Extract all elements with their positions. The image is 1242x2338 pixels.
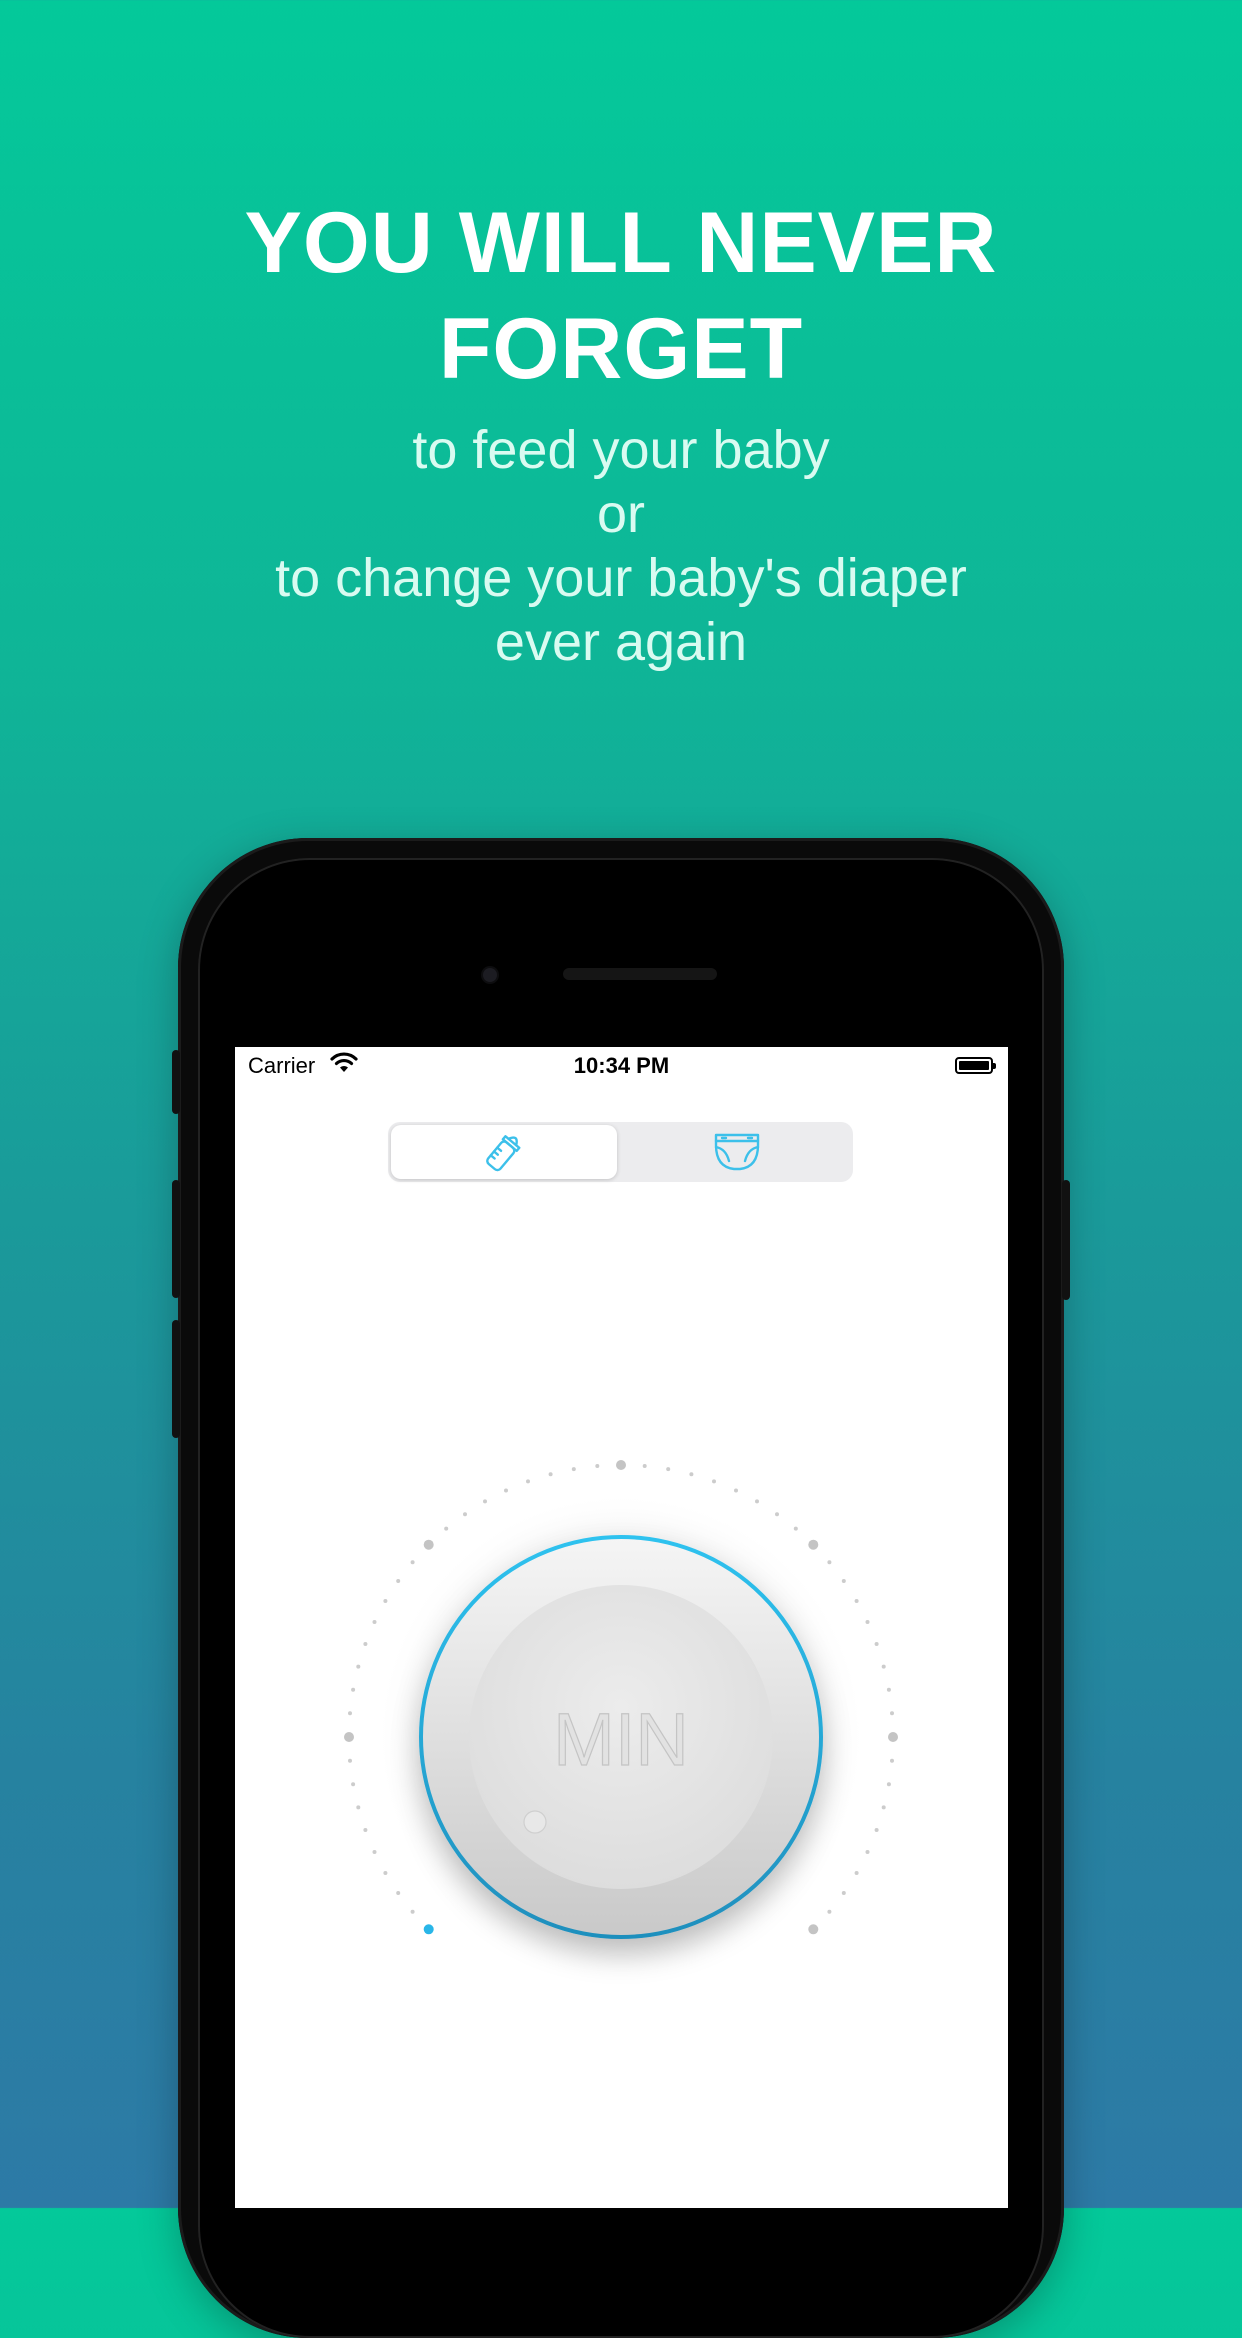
dial-start-dot	[423, 1924, 434, 1935]
dial-minor-tick	[595, 1464, 600, 1468]
dial-minor-tick	[348, 1758, 352, 1763]
subtitle-line-1: to feed your baby	[412, 420, 830, 480]
dial-minor-tick	[363, 1828, 368, 1832]
timer-dial[interactable]: MIN	[235, 1047, 1008, 2208]
dial-minor-tick	[755, 1499, 759, 1504]
dial-minor-tick	[351, 1782, 356, 1787]
dial-major-tick	[808, 1539, 819, 1550]
dial-minor-tick	[827, 1560, 832, 1565]
volume-down-button	[172, 1320, 180, 1438]
dial-minor-tick	[886, 1782, 891, 1787]
dial-minor-tick	[841, 1579, 846, 1583]
front-camera	[483, 968, 497, 982]
dial-minor-tick	[372, 1620, 377, 1624]
dial-minor-tick	[881, 1805, 886, 1810]
dial-minor-tick	[841, 1891, 846, 1895]
dial-minor-tick	[463, 1512, 467, 1517]
dial-minor-tick	[874, 1642, 879, 1646]
dial-minor-tick	[526, 1479, 530, 1484]
dial-minor-tick	[854, 1871, 859, 1875]
dial-minor-tick	[890, 1711, 894, 1716]
dial-minor-tick	[504, 1488, 508, 1493]
dial-minor-tick	[571, 1467, 576, 1472]
dial-minor-tick	[874, 1828, 879, 1832]
subtitle-line-2: or	[596, 484, 645, 544]
earpiece-speaker	[563, 968, 717, 980]
dial-minor-tick	[383, 1599, 388, 1603]
dial-minor-tick	[881, 1664, 886, 1669]
dial-minor-tick	[712, 1479, 716, 1484]
subtitle-line-3: to change your baby's diaper	[275, 548, 967, 608]
dial-minor-tick	[890, 1758, 894, 1763]
dial-minor-tick	[642, 1464, 647, 1468]
app-screen: Carrier 10:34 PM MIN	[235, 1047, 1008, 2208]
dial-minor-tick	[483, 1499, 487, 1504]
subtitle-line-4: ever again	[494, 612, 748, 672]
dial-minor-tick	[865, 1850, 870, 1854]
mute-switch	[172, 1050, 180, 1114]
dial-minor-tick	[363, 1642, 368, 1646]
dial-minor-tick	[865, 1620, 870, 1624]
dial-major-tick	[888, 1732, 898, 1742]
dial-minor-tick	[410, 1560, 415, 1565]
dial-minor-tick	[854, 1599, 859, 1603]
volume-up-button	[172, 1180, 180, 1298]
dial-minor-tick	[734, 1488, 738, 1493]
dial-major-tick	[616, 1460, 626, 1470]
dial-major-tick	[423, 1539, 434, 1550]
dial-minor-tick	[775, 1512, 779, 1517]
dial-minor-tick	[666, 1467, 671, 1472]
headline-line-2: FORGET	[438, 301, 804, 397]
dial-major-tick	[808, 1924, 819, 1935]
dial-position-indicator[interactable]	[523, 1810, 547, 1834]
dial-minor-tick	[444, 1526, 449, 1531]
dial-minor-tick	[356, 1805, 361, 1810]
dial-minor-tick	[348, 1711, 352, 1716]
dial-minor-tick	[548, 1472, 553, 1477]
dial-minor-tick	[372, 1850, 377, 1854]
dial-minor-tick	[396, 1891, 401, 1895]
dial-minor-tick	[793, 1526, 798, 1531]
dial-minor-tick	[827, 1909, 832, 1914]
dial-minor-tick	[383, 1871, 388, 1875]
headline: YOU WILL NEVER FORGET	[0, 190, 1242, 402]
dial-major-tick	[344, 1732, 354, 1742]
dial-minor-tick	[396, 1579, 401, 1583]
dial-label: MIN	[553, 1698, 689, 1781]
dial-minor-tick	[886, 1687, 891, 1692]
dial-minor-tick	[351, 1687, 356, 1692]
dial-minor-tick	[410, 1909, 415, 1914]
dial-minor-tick	[356, 1664, 361, 1669]
headline-line-1: YOU WILL NEVER	[244, 195, 998, 291]
subtitle: to feed your baby or to change your baby…	[0, 418, 1242, 674]
power-button	[1062, 1180, 1070, 1300]
dial-minor-tick	[689, 1472, 694, 1477]
